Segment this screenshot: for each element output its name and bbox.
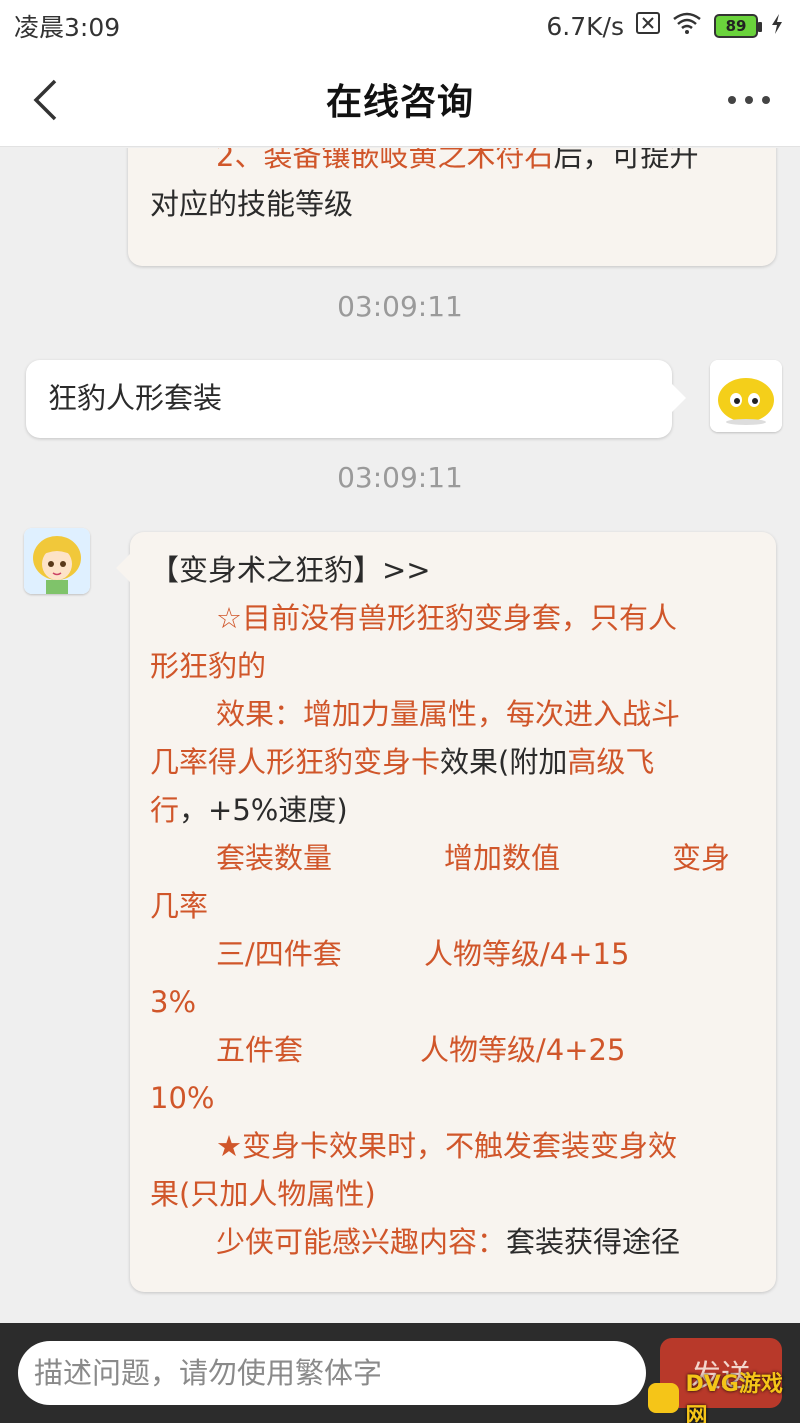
charging-bolt-icon [770,12,784,41]
wifi-icon [672,12,702,40]
anime-girl-avatar-icon [24,528,90,594]
bubble-tail [116,554,130,582]
timestamp: 03:09:11 [337,290,463,323]
table-row: 五件套 人物等级/4+25 [216,1033,626,1067]
message-line[interactable]: 少侠可能感兴趣内容：套装获得途径 [150,1218,756,1266]
message-line: 行，+5%速度) [150,793,348,827]
more-button[interactable] [724,82,774,118]
user-avatar[interactable] [710,360,782,432]
watermark-text: DVG游戏网 [685,1372,783,1423]
message-line: 几率 [150,889,209,923]
status-time: 凌晨3:09 [14,13,121,42]
message-line: 【变身术之狂豹】>> [150,553,431,587]
message-line: 几率得人形狂豹变身卡效果(附加高级飞 [150,745,655,779]
bot-message-bubble: 【变身术之狂豹】>> ☆目前没有兽形狂豹变身套，只有人 形狂豹的 效果：增加力量… [116,532,776,1292]
more-dots-icon [728,96,770,104]
chat-area[interactable]: 2、装备镶嵌岐黄之术符石后，可提升 对应的技能等级 03:09:11 狂豹人形套… [0,148,800,1323]
sim-off-icon [636,12,660,40]
status-bar: 凌晨3:09 6.7K/s 89 [0,0,800,52]
message-line: ☆目前没有兽形狂豹变身套，只有人 [216,601,677,635]
message-line: 果(只加人物属性) [150,1177,376,1211]
message-line: ★变身卡效果时，不触发套装变身效 [216,1129,677,1163]
table-row: 套装数量 增加数值 变身 [216,841,731,875]
timestamp: 03:09:11 [337,461,463,494]
bot-avatar[interactable] [24,528,90,594]
message-line: 3% [150,985,197,1019]
message-input[interactable] [18,1341,646,1405]
bot-message-bubble: 2、装备镶嵌岐黄之术符石后，可提升 对应的技能等级 [128,148,776,266]
message-line: 形狂豹的 [150,649,267,683]
message-line: 2、装备镶嵌岐黄之术符石后，可提升 [216,148,699,173]
yellow-blob-avatar-icon [710,360,782,432]
bubble-tail [672,384,686,412]
net-speed: 6.7K/s [546,11,624,41]
message-text: 狂豹人形套装 [48,381,223,415]
page-title: 在线咨询 [325,82,474,123]
user-message-bubble: 狂豹人形套装 [26,360,686,438]
message-line: 效果：增加力量属性，每次进入战斗 [216,697,681,731]
app-header: 在线咨询 [0,52,800,147]
battery-indicator: 89 [714,14,762,38]
message-line: 10% [150,1081,215,1115]
chevron-left-icon [33,79,57,121]
message-line: 对应的技能等级 [150,187,354,221]
back-button[interactable] [20,70,70,130]
watermark: DVG游戏网 [648,1372,796,1423]
related-link[interactable]: 套装获得途径 [506,1225,680,1259]
status-indicators: 6.7K/s 89 [546,12,784,41]
gamepad-logo-icon [648,1383,680,1413]
table-row: 三/四件套 人物等级/4+15 [216,937,630,971]
